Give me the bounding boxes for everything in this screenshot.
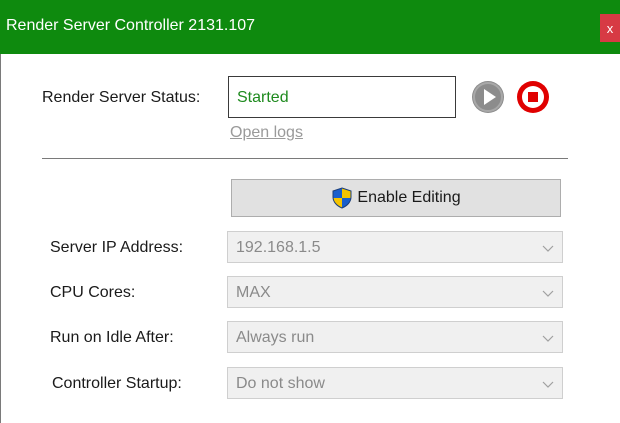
controller-startup-dropdown[interactable]: Do not show	[227, 367, 563, 399]
controller-startup-value: Do not show	[236, 375, 325, 392]
close-icon: x	[606, 20, 614, 36]
chevron-down-icon	[542, 245, 554, 252]
cpu-cores-value: MAX	[236, 284, 271, 301]
window-title: Render Server Controller 2131.107	[6, 17, 256, 34]
run-on-idle-label: Run on Idle After:	[50, 329, 174, 346]
controller-startup-label: Controller Startup:	[52, 375, 182, 392]
stop-server-button[interactable]	[517, 81, 549, 113]
server-ip-label: Server IP Address:	[50, 239, 184, 256]
chevron-down-icon	[542, 335, 554, 342]
run-on-idle-value: Always run	[236, 329, 315, 346]
enable-editing-label: Enable Editing	[357, 189, 461, 206]
uac-shield-icon	[332, 187, 352, 209]
stop-icon	[522, 86, 544, 108]
chevron-down-icon	[542, 290, 554, 297]
run-on-idle-dropdown[interactable]: Always run	[227, 321, 563, 353]
chevron-down-icon	[542, 381, 554, 388]
window-border	[0, 54, 1, 423]
title-bar[interactable]: Render Server Controller 2131.107 x	[0, 0, 620, 54]
server-ip-value: 192.168.1.5	[236, 239, 321, 256]
cpu-cores-dropdown[interactable]: MAX	[227, 276, 563, 308]
status-value: Started	[237, 89, 289, 106]
open-logs-link[interactable]: Open logs	[230, 124, 303, 142]
server-ip-dropdown[interactable]: 192.168.1.5	[227, 231, 563, 263]
enable-editing-button[interactable]: Enable Editing	[231, 179, 561, 217]
start-server-button[interactable]	[472, 81, 504, 113]
play-icon	[473, 82, 503, 112]
status-field: Started	[228, 76, 456, 118]
render-server-controller-window: Render Server Controller 2131.107 x Rend…	[0, 0, 620, 423]
divider	[42, 158, 568, 159]
close-button[interactable]: x	[600, 14, 620, 42]
render-server-status-label: Render Server Status:	[42, 89, 201, 106]
cpu-cores-label: CPU Cores:	[50, 284, 136, 301]
